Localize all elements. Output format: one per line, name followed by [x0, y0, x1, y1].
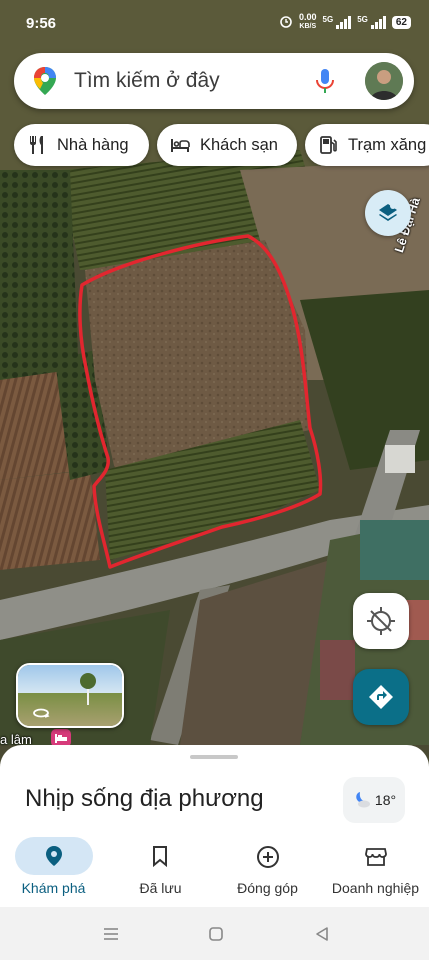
rotate-360-icon — [33, 708, 50, 718]
weather-chip[interactable]: 18° — [343, 777, 405, 823]
bookmark-icon — [153, 846, 167, 867]
chip-label: Nhà hàng — [57, 135, 129, 154]
nav-contribute-pill — [229, 837, 307, 875]
add-circle-icon — [257, 846, 279, 868]
nav-explore[interactable]: Khám phá — [0, 832, 107, 907]
back-icon[interactable] — [312, 924, 332, 944]
directions-button[interactable] — [353, 669, 409, 725]
directions-icon — [369, 685, 393, 709]
nav-business-pill — [337, 837, 415, 875]
sheet-title: Nhịp sống địa phương — [25, 785, 264, 812]
battery-icon: 62 — [391, 15, 411, 29]
layers-icon — [379, 203, 397, 221]
gas-station-icon — [320, 136, 337, 154]
nav-saved[interactable]: Đã lưu — [107, 832, 214, 907]
location-button[interactable] — [353, 593, 409, 649]
nav-business[interactable]: Doanh nghiệp — [322, 832, 429, 907]
search-bar[interactable] — [14, 53, 414, 109]
nav-contribute[interactable]: Đóng góp — [214, 832, 321, 907]
street-view-tree — [80, 673, 96, 705]
weather-temperature: 18° — [374, 792, 397, 808]
chip-restaurants[interactable]: Nhà hàng — [14, 124, 149, 166]
street-view-thumbnail[interactable] — [16, 663, 124, 728]
system-navigation-bar — [0, 907, 429, 960]
microphone-icon[interactable] — [314, 67, 336, 95]
nav-label: Đã lưu — [139, 880, 182, 896]
alarm-icon — [279, 14, 293, 31]
chip-gas-stations[interactable]: Trạm xăng — [305, 124, 429, 166]
nav-label: Khám phá — [21, 880, 86, 896]
status-icons: 0.00 KB/S 5G 5G 62 — [279, 13, 411, 31]
bottom-navigation: Khám phá Đã lưu Đóng góp Doanh nghiệp — [0, 832, 429, 907]
chip-hotels[interactable]: Khách sạn — [157, 124, 297, 166]
hotel-bed-icon — [171, 139, 190, 152]
restaurant-icon — [30, 136, 43, 154]
layers-button[interactable] — [365, 190, 411, 236]
night-cloud-icon — [356, 792, 370, 808]
net-speed-unit: KB/S — [299, 23, 317, 30]
network-type-1: 5G — [322, 14, 334, 24]
nav-label: Đóng góp — [237, 880, 298, 896]
signal-icon-2 — [370, 15, 386, 29]
home-icon[interactable] — [206, 924, 226, 944]
status-time: 9:56 — [26, 15, 57, 32]
status-bar: 9:56 0.00 KB/S 5G 5G 62 — [0, 0, 429, 48]
nav-saved-pill — [121, 837, 199, 875]
maps-pin-icon — [34, 67, 56, 95]
storefront-icon — [365, 848, 387, 866]
nav-label: Doanh nghiệp — [331, 880, 420, 896]
location-off-icon — [367, 607, 395, 635]
net-speed-value: 0.00 — [299, 12, 317, 22]
sheet-drag-handle[interactable] — [190, 755, 238, 759]
street-view-sky — [18, 665, 122, 693]
chip-label: Trạm xăng — [348, 135, 427, 154]
recent-apps-icon[interactable] — [101, 924, 121, 944]
nav-explore-pill — [15, 837, 93, 875]
search-input[interactable] — [74, 65, 314, 97]
chip-label: Khách sạn — [200, 135, 278, 154]
explore-pin-icon — [46, 846, 62, 866]
net-speed: 0.00 KB/S — [299, 13, 317, 31]
network-type-2: 5G — [357, 14, 368, 24]
signal-icon — [336, 15, 352, 29]
avatar[interactable] — [365, 62, 403, 100]
